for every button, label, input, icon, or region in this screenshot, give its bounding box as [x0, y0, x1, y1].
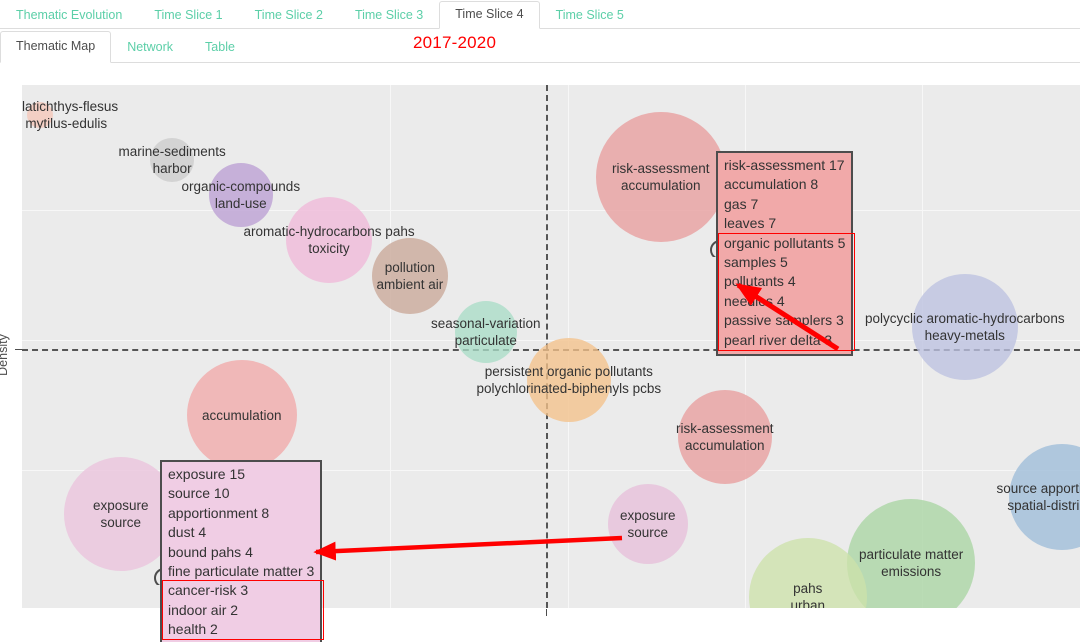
tooltip-row: dust 4 — [168, 524, 207, 541]
bubble-polycyclic-aromatic-hydrocarbons[interactable] — [912, 274, 1018, 380]
tooltip-row: needles 4 — [724, 292, 785, 309]
tooltip-row: source 10 — [168, 485, 230, 502]
thematic-map-plot: flounder platichthys-flesusbivalves myti… — [0, 63, 1080, 642]
tab-time-slice-3[interactable]: Time Slice 3 — [339, 2, 439, 29]
tab-time-slice-4[interactable]: Time Slice 4 — [439, 1, 540, 29]
gridline-horizontal — [22, 210, 1080, 211]
bubble-risk-assessment[interactable] — [678, 390, 772, 484]
tooltip-row: pollutants 4 — [724, 273, 796, 290]
bubble-source-apportionment[interactable] — [1009, 444, 1080, 550]
tooltip-row: indoor air 2 — [168, 601, 239, 618]
y-axis-tick — [15, 349, 22, 350]
tooltip-exposure-source[interactable]: exposure 15 source 10 apportionment 8 dust … — [160, 460, 324, 642]
thematic-map-page: Thematic Evolution Time Slice 1 Time Slice… — [0, 0, 1080, 642]
bubble-organic-compounds[interactable] — [209, 163, 273, 227]
tooltip-row: accumulation 8 — [724, 176, 819, 193]
x-axis-tick — [546, 609, 547, 616]
bubble-marine-sediments[interactable] — [150, 138, 194, 182]
tooltip-row: gas 7 — [724, 195, 759, 212]
bubble-exposure[interactable] — [608, 484, 688, 564]
tooltip-row: fine particulate matter 3 — [168, 563, 315, 580]
bubble-seasonal-variation[interactable] — [455, 301, 517, 363]
tooltip-row: cancer-risk 3 — [168, 582, 249, 599]
tooltip-row: exposure 15 — [168, 466, 246, 482]
time-slice-period-label: 2017-2020 — [413, 33, 497, 52]
tab-time-slice-1[interactable]: Time Slice 1 — [138, 2, 238, 29]
tooltip-row: pearl river delta 3 — [724, 331, 833, 348]
tab-network[interactable]: Network — [111, 32, 189, 63]
tab-time-slice-5[interactable]: Time Slice 5 — [540, 2, 640, 29]
tooltip-risk-assessment[interactable]: risk-assessment 17 accumulation 8 gas 7 lea… — [716, 151, 855, 357]
bubble-flounder-platichthys-flesus[interactable] — [27, 102, 53, 128]
bubble-pollution[interactable] — [372, 238, 448, 314]
tooltip-row: apportionment 8 — [168, 504, 270, 521]
tooltip-row: organic pollutants 5 — [724, 234, 846, 251]
tooltip-row: health 2 — [168, 621, 218, 638]
bubble-accumulation[interactable] — [187, 360, 297, 470]
tab-table[interactable]: Table — [189, 32, 251, 63]
y-axis-title: Density — [0, 334, 10, 376]
callout-notch-icon — [153, 567, 162, 585]
tooltip-row: bound pahs 4 — [168, 543, 253, 560]
tab-thematic-map[interactable]: Thematic Map — [0, 31, 112, 63]
callout-notch-icon — [709, 239, 718, 257]
tooltip-row: leaves 7 — [724, 215, 777, 232]
tooltip-row: samples 5 — [724, 254, 788, 271]
tab-time-slice-2[interactable]: Time Slice 2 — [239, 2, 339, 29]
time-slice-tabbar: Thematic Evolution Time Slice 1 Time Slice… — [0, 0, 1080, 29]
tooltip-row: risk-assessment 17 — [724, 157, 845, 173]
tab-thematic-evolution[interactable]: Thematic Evolution — [0, 2, 138, 29]
tooltip-row: passive samplers 3 — [724, 312, 844, 329]
bubble-risk-assessment[interactable] — [596, 112, 726, 242]
gridline-vertical — [390, 85, 391, 608]
bubble-aromatic-hydrocarbons-pahs[interactable] — [286, 197, 372, 283]
view-tabbar: Thematic Map Network Table — [0, 29, 1080, 63]
bubble-persistent-organic-pollutants[interactable] — [527, 338, 611, 422]
